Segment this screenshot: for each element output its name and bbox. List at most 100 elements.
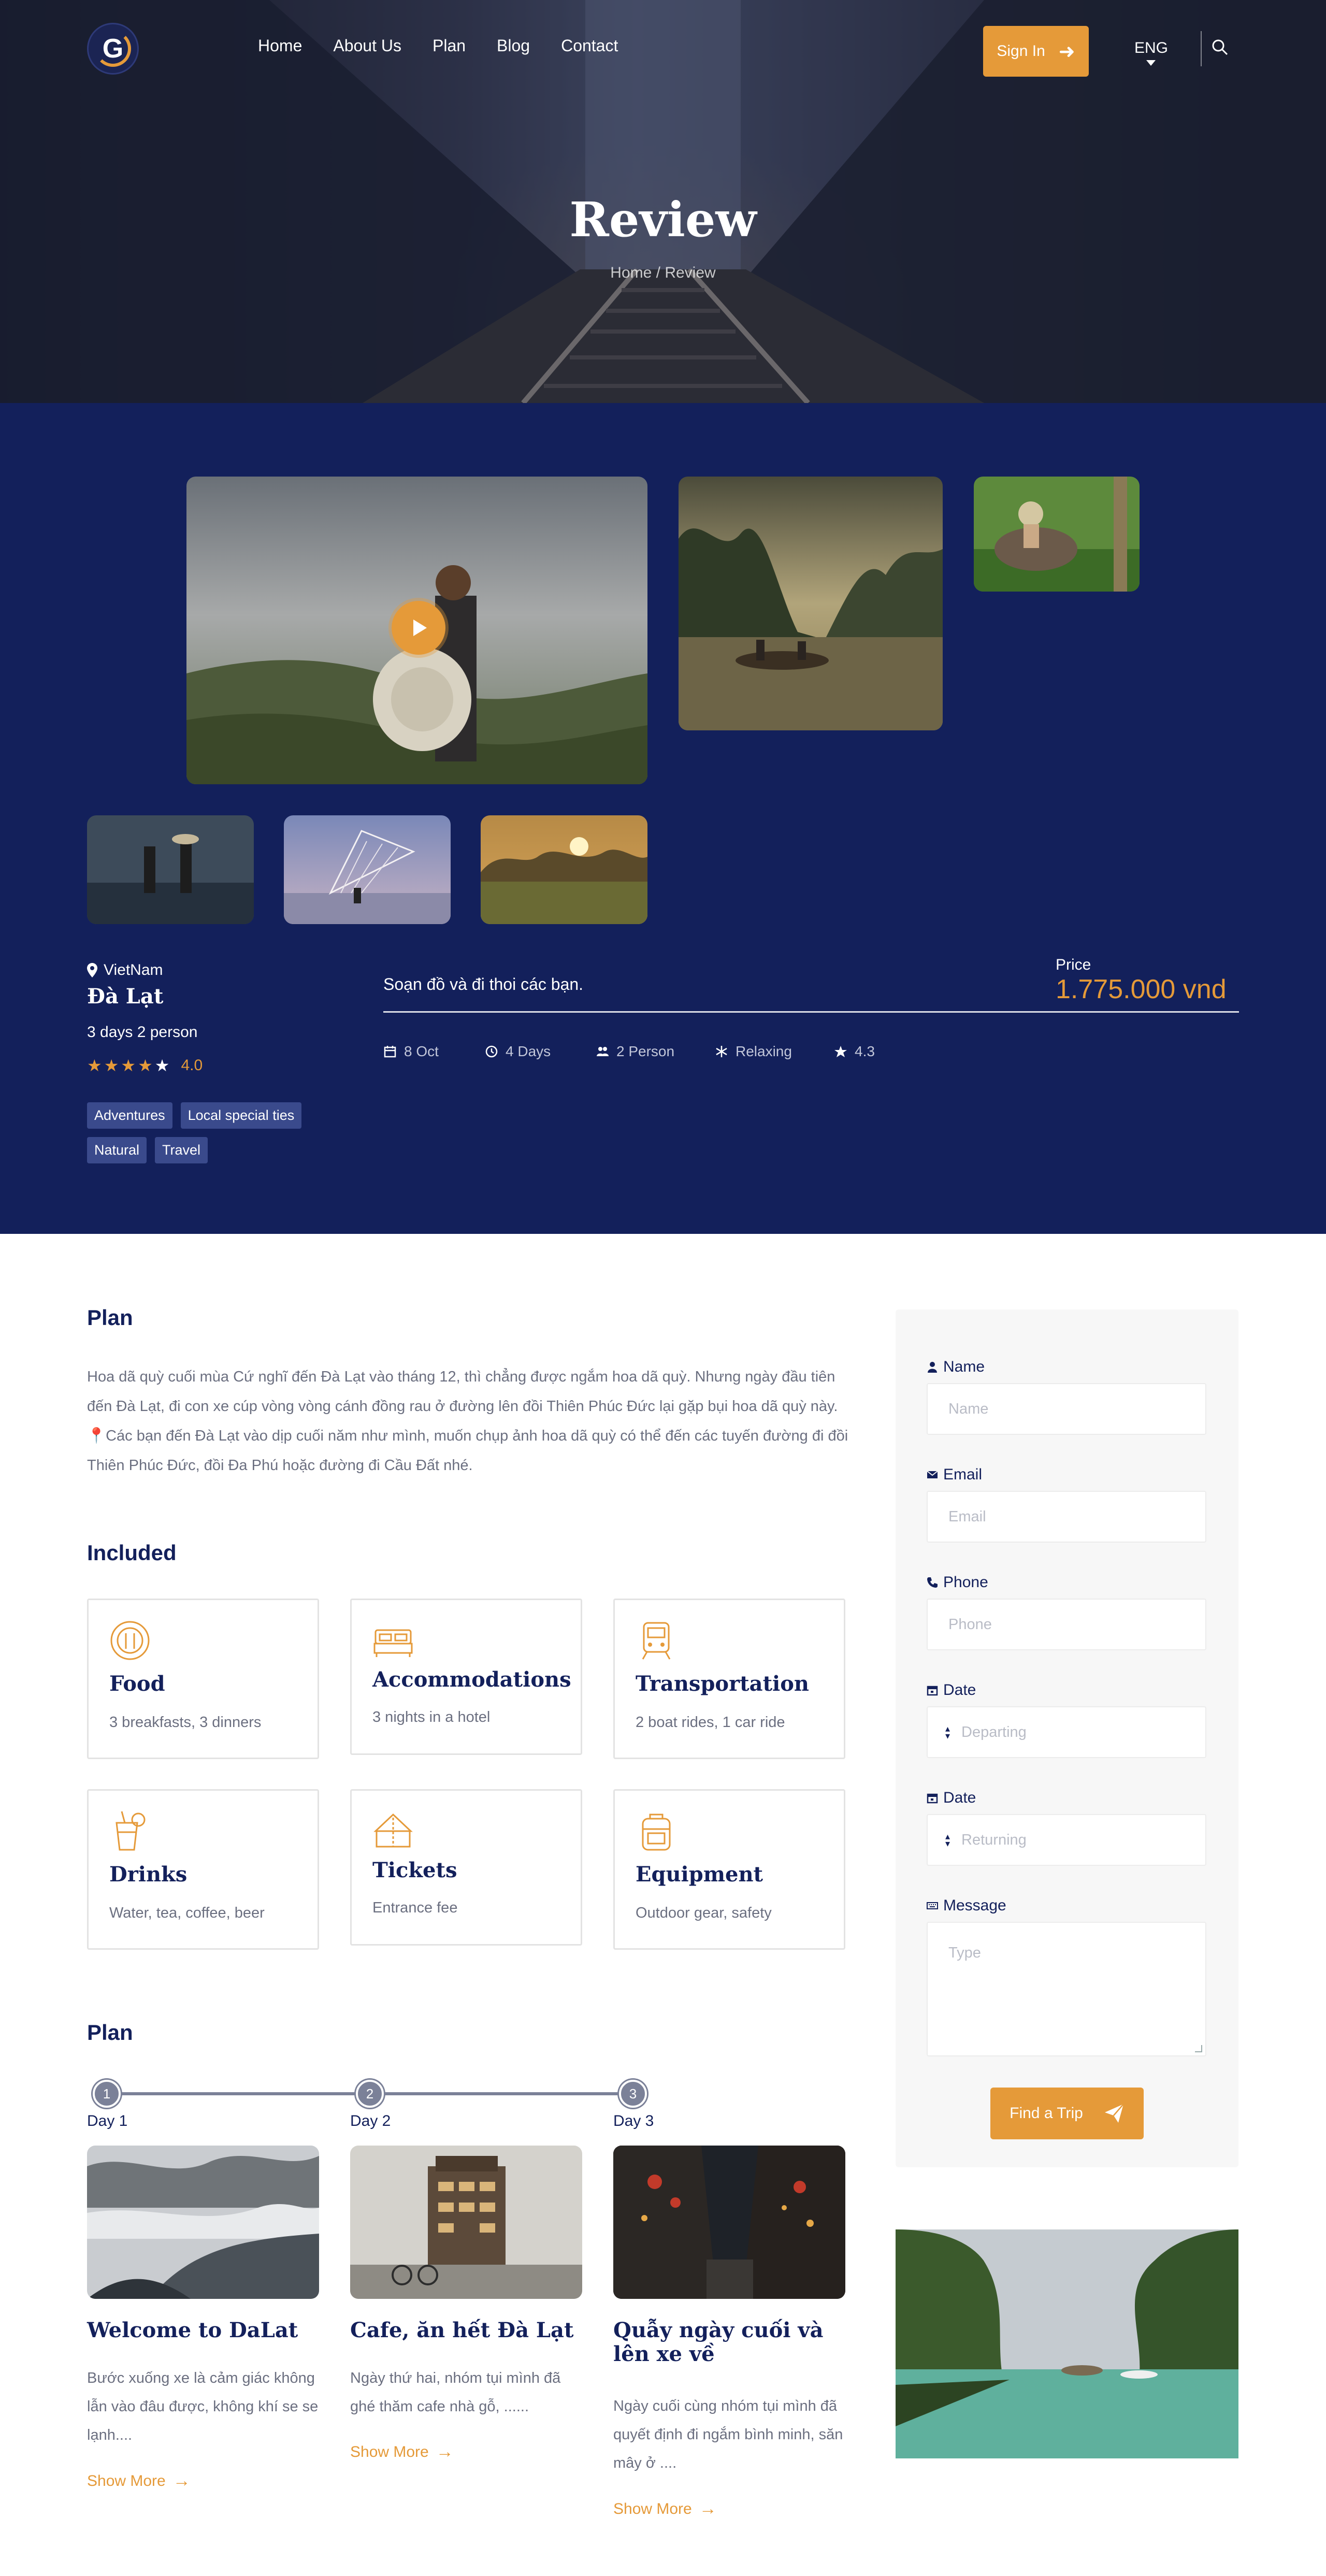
day1-text: Bước xuống xe là cảm giác không lẫn vào … bbox=[87, 2370, 319, 2443]
star-filled-icon: ★ bbox=[104, 1056, 119, 1075]
page-title: Review bbox=[569, 192, 757, 248]
keyboard-icon bbox=[927, 1902, 938, 1909]
name-field[interactable]: Name bbox=[927, 1383, 1206, 1435]
language-label: ENG bbox=[1134, 39, 1169, 56]
meta-persons-text: 2 Person bbox=[616, 1043, 675, 1059]
search-icon[interactable] bbox=[1211, 38, 1229, 56]
included-title: Equipment bbox=[636, 1862, 763, 1887]
tour-tags: Adventures Local special ties Natural Tr… bbox=[87, 1102, 356, 1163]
sort-icon: ▴ ▾ bbox=[945, 1723, 950, 1741]
day1-show-more-link[interactable]: Show More → bbox=[87, 2471, 191, 2491]
day1-title: Welcome to DaLat bbox=[87, 2318, 298, 2342]
tour-price: 1.775.000 vnd bbox=[1056, 974, 1227, 1004]
sign-in-button[interactable]: Sign In ➜ bbox=[983, 26, 1089, 77]
gallery-photo-sunset[interactable] bbox=[481, 815, 647, 924]
sort-icon: ▴ ▾ bbox=[945, 1831, 950, 1849]
rating-value: 4.0 bbox=[181, 1057, 203, 1074]
included-card-accommodations: Accommodations 3 nights in a hotel bbox=[350, 1599, 582, 1755]
returning-date-label: Date bbox=[927, 1789, 976, 1807]
message-label: Message bbox=[927, 1897, 1006, 1915]
plan-intro-text: Hoa dã quỳ cuối mùa Cứ nghĩ đến Đà Lạt v… bbox=[87, 1369, 848, 1474]
day2-photo[interactable] bbox=[350, 2146, 582, 2299]
detail-divider bbox=[383, 1011, 1239, 1013]
timeline-dot[interactable]: 1 bbox=[93, 2080, 121, 2108]
price-label: Price bbox=[1056, 956, 1091, 973]
language-selector[interactable]: ENG bbox=[1134, 39, 1168, 66]
gallery-photo-buffalo[interactable] bbox=[974, 477, 1140, 592]
departing-date-label: Date bbox=[927, 1681, 976, 1699]
show-more-label: Show More bbox=[350, 2443, 429, 2460]
day2-text: Ngày thứ hai, nhóm tụi mình đã ghé thăm … bbox=[350, 2370, 561, 2415]
email-field[interactable]: Email bbox=[927, 1491, 1206, 1543]
tour-country: VietNam bbox=[104, 961, 163, 978]
resize-handle-icon[interactable] bbox=[1195, 2045, 1202, 2052]
email-label: Email bbox=[927, 1466, 982, 1484]
day-label: Day 1 bbox=[87, 2112, 128, 2129]
find-a-trip-button[interactable]: Find a Trip bbox=[990, 2088, 1144, 2139]
caret-down-icon bbox=[1146, 60, 1156, 66]
star-filled-icon: ★ bbox=[121, 1056, 136, 1075]
calendar-icon bbox=[384, 1046, 396, 1058]
included-title: Food bbox=[109, 1672, 165, 1696]
nav-plan[interactable]: Plan bbox=[433, 36, 466, 55]
included-desc: 3 breakfasts, 3 dinners bbox=[109, 1714, 262, 1731]
message-textarea[interactable]: Type bbox=[927, 1922, 1206, 2056]
tag-local-specialties[interactable]: Local special ties bbox=[180, 1102, 302, 1129]
bed-icon bbox=[373, 1629, 413, 1657]
arrow-right-icon: → bbox=[172, 2471, 191, 2491]
day-label: Day 3 bbox=[613, 2112, 654, 2129]
tag-natural[interactable]: Natural bbox=[87, 1137, 147, 1163]
nav-contact[interactable]: Contact bbox=[561, 36, 618, 55]
tour-description: Soạn đồ và đi thoi các bạn. bbox=[383, 975, 584, 994]
departing-date-field[interactable]: ▴ ▾ Departing bbox=[927, 1706, 1206, 1758]
gallery-photo-river[interactable] bbox=[679, 477, 943, 730]
phone-icon bbox=[927, 1577, 938, 1588]
day3-title: Quẫy ngày cuối và lên xe về bbox=[613, 2318, 824, 2366]
included-desc: Entrance fee bbox=[372, 1899, 458, 1916]
nav-about-us[interactable]: About Us bbox=[333, 36, 401, 55]
nav-blog[interactable]: Blog bbox=[497, 36, 530, 55]
nav-home[interactable]: Home bbox=[258, 36, 302, 55]
included-card-food: Food 3 breakfasts, 3 dinners bbox=[87, 1599, 319, 1759]
gallery-photo-fishing-net[interactable] bbox=[284, 815, 451, 924]
day2-show-more-link[interactable]: Show More → bbox=[350, 2442, 454, 2462]
arrow-right-icon: → bbox=[436, 2442, 454, 2462]
included-card-transportation: Transportation 2 boat rides, 1 car ride bbox=[613, 1599, 845, 1759]
star-icon bbox=[834, 1046, 847, 1057]
included-title: Tickets bbox=[372, 1858, 457, 1882]
day3-photo[interactable] bbox=[613, 2146, 845, 2299]
show-more-label: Show More bbox=[613, 2500, 692, 2517]
tag-travel[interactable]: Travel bbox=[155, 1137, 208, 1163]
day1-photo[interactable] bbox=[87, 2146, 319, 2299]
included-heading: Included bbox=[87, 1541, 177, 1565]
phone-label: Phone bbox=[927, 1574, 988, 1591]
meta-days: 4 Days bbox=[485, 1043, 551, 1060]
tag-adventures[interactable]: Adventures bbox=[87, 1102, 172, 1129]
side-promo-photo[interactable] bbox=[896, 2229, 1238, 2458]
timeline-dot[interactable]: 3 bbox=[619, 2080, 647, 2108]
day3-text: Ngày cuối cùng nhóm tụi mình đã quyết đị… bbox=[613, 2398, 843, 2471]
meta-date-text: 8 Oct bbox=[404, 1043, 439, 1059]
gallery-photo-fishermen[interactable] bbox=[87, 815, 254, 924]
phone-field[interactable]: Phone bbox=[927, 1599, 1206, 1650]
included-desc: 2 boat rides, 1 car ride bbox=[636, 1714, 785, 1731]
breadcrumb: Home / Review bbox=[610, 264, 716, 281]
clock-icon bbox=[485, 1045, 498, 1058]
day2-title: Cafe, ăn hết Đà Lạt bbox=[350, 2318, 574, 2342]
included-title: Accommodations bbox=[372, 1667, 571, 1692]
snowflake-icon bbox=[716, 1046, 727, 1057]
envelope-icon bbox=[927, 1471, 938, 1478]
included-desc: Water, tea, coffee, beer bbox=[109, 1905, 265, 1921]
meta-days-text: 4 Days bbox=[506, 1043, 551, 1059]
timeline-dot[interactable]: 2 bbox=[356, 2080, 384, 2108]
day3-show-more-link[interactable]: Show More → bbox=[613, 2499, 717, 2519]
meta-score: 4.3 bbox=[834, 1043, 875, 1060]
site-logo[interactable]: G bbox=[87, 23, 139, 75]
header-divider bbox=[1201, 31, 1202, 66]
returning-date-field[interactable]: ▴ ▾ Returning bbox=[927, 1814, 1206, 1866]
play-video-button[interactable] bbox=[392, 601, 445, 655]
included-card-drinks: Drinks Water, tea, coffee, beer bbox=[87, 1789, 319, 1950]
tour-duration: 3 days 2 person bbox=[87, 1024, 198, 1041]
star-filled-icon: ★ bbox=[87, 1056, 102, 1075]
day-label: Day 2 bbox=[350, 2112, 391, 2129]
